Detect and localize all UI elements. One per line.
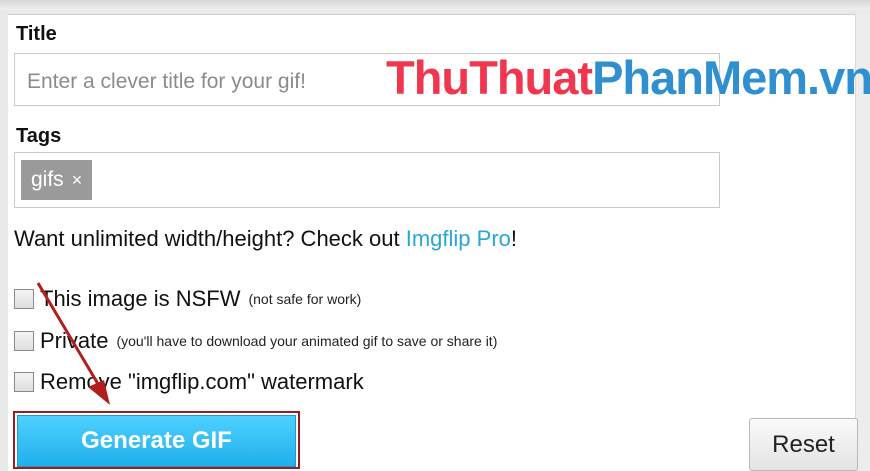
window-top-border [0,0,870,15]
generate-gif-button[interactable]: Generate GIF [17,415,296,467]
window-left-border [0,14,8,471]
promo-text: Want unlimited width/height? Check out I… [14,226,517,252]
remove-watermark-option[interactable]: Remove "imgflip.com" watermark [14,369,364,395]
title-placeholder: Enter a clever title for your gif! [27,70,306,93]
private-option[interactable]: Private (you'll have to download your an… [14,328,497,354]
watermark-part1: ThuThuat [386,51,593,104]
remove-watermark-checkbox[interactable] [14,372,34,392]
watermark-part2: PhanMem.vn [592,51,870,104]
tag-chip: gifs × [21,160,93,200]
reset-button[interactable]: Reset [749,418,858,471]
private-checkbox[interactable] [14,331,34,351]
promo-suffix: ! [510,226,518,251]
nsfw-checkbox[interactable] [14,289,34,309]
remove-watermark-label: Remove "imgflip.com" watermark [40,369,364,394]
watermark-overlay: ThuThuatPhanMem.vn [386,50,870,105]
private-note: (you'll have to download your animated g… [116,333,498,349]
tag-chip-label: gifs [31,168,64,191]
tags-label: Tags [16,125,62,147]
imgflip-pro-link[interactable]: Imgflip Pro [406,226,511,251]
nsfw-option[interactable]: This image is NSFW (not safe for work) [14,286,361,312]
private-label: Private [40,328,109,353]
promo-text-main: Want unlimited width/height? Check out [14,226,406,251]
top-shade [0,0,870,10]
tag-remove-icon[interactable]: × [72,170,83,191]
title-label: Title [16,23,57,45]
nsfw-note: (not safe for work) [248,291,362,307]
nsfw-label: This image is NSFW [40,286,241,311]
tags-input[interactable]: gifs × [14,152,720,208]
